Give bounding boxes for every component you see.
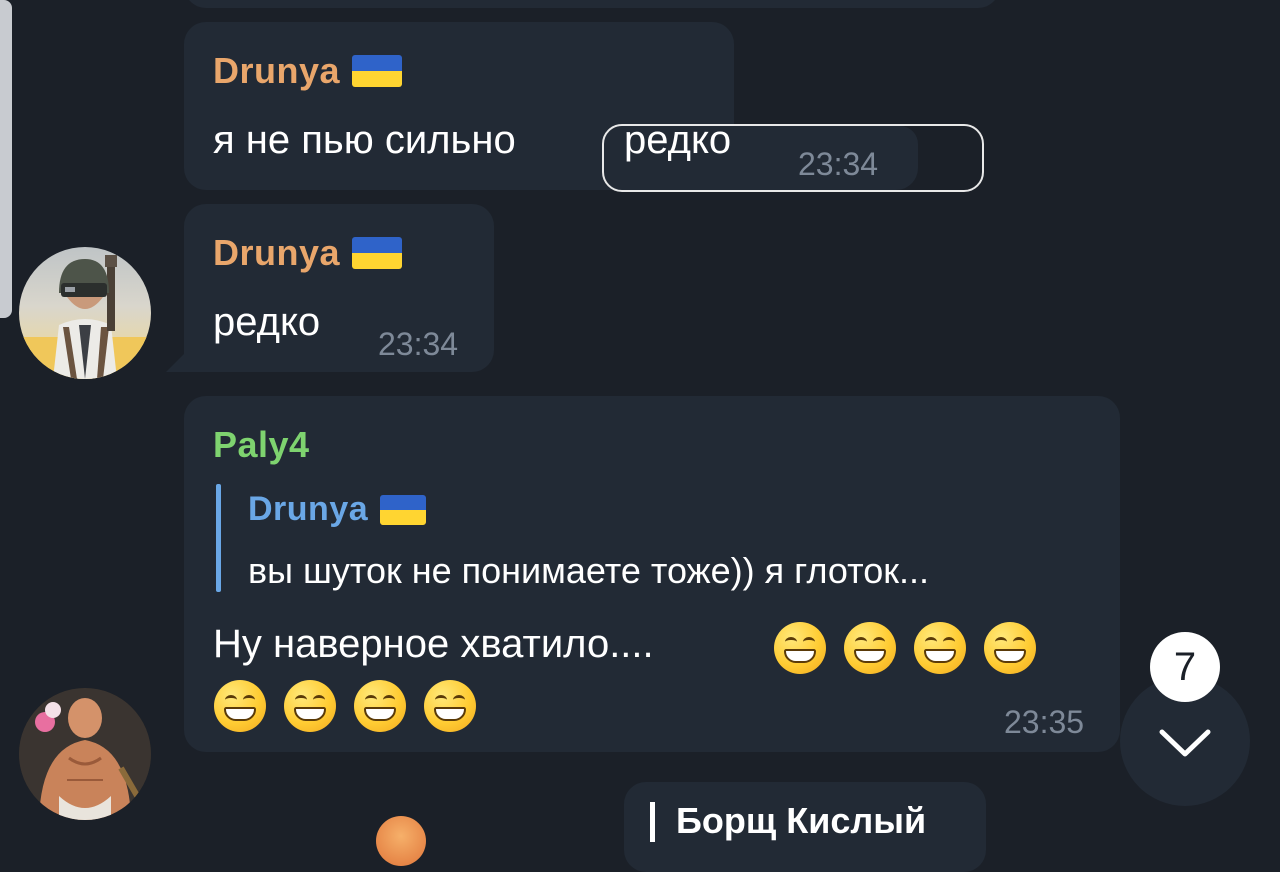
sender-name-text: Drunya <box>213 50 341 91</box>
window-edge-scrollbar[interactable] <box>0 0 12 318</box>
grinning-face-emoji-icon <box>914 622 966 674</box>
muscle-man-avatar-image <box>19 688 151 820</box>
sender-name-text: Drunya <box>213 232 341 273</box>
reply-quote-bar <box>216 484 221 592</box>
reply-sender[interactable]: Drunya <box>248 490 427 529</box>
grinning-face-emoji-icon <box>354 680 406 732</box>
bubble-tail <box>166 354 184 372</box>
helmet-soldier-avatar-image <box>19 255 151 379</box>
user-avatar[interactable] <box>19 247 151 379</box>
unread-count-badge: 7 <box>1150 632 1220 702</box>
message-time: 23:34 <box>378 326 459 362</box>
grinning-face-emoji-icon <box>774 622 826 674</box>
ukraine-flag-icon <box>380 494 427 525</box>
emoji-row <box>774 622 1036 674</box>
annotation-highlight-box <box>602 124 984 192</box>
sender-name[interactable]: Drunya <box>213 50 403 92</box>
sender-name-text: Paly4 <box>213 424 310 465</box>
user-avatar[interactable] <box>376 816 426 866</box>
grinning-face-emoji-icon <box>844 622 896 674</box>
grinning-face-emoji-icon <box>984 622 1036 674</box>
reply-preview-text[interactable]: вы шуток не понимаете тоже)) я глоток... <box>248 550 929 592</box>
reply-quote-bar <box>650 802 655 842</box>
message-time: 23:35 <box>1004 704 1085 740</box>
reply-sender-text: Drunya <box>248 490 369 528</box>
ukraine-flag-icon <box>352 237 403 269</box>
emoji-row <box>214 680 476 732</box>
message-text: редко <box>213 300 321 344</box>
sender-name[interactable]: Drunya <box>213 232 403 274</box>
grinning-face-emoji-icon <box>284 680 336 732</box>
previous-message-bubble[interactable] <box>184 0 1000 8</box>
reply-sender[interactable]: Борщ Кислый <box>676 800 926 842</box>
user-avatar[interactable] <box>19 688 151 820</box>
message-text: Ну наверное хватило.... <box>213 622 654 666</box>
sender-name[interactable]: Paly4 <box>213 424 310 466</box>
grinning-face-emoji-icon <box>424 680 476 732</box>
message-text: я не пью сильно <box>213 118 516 162</box>
ukraine-flag-icon <box>352 55 403 87</box>
grinning-face-emoji-icon <box>214 680 266 732</box>
